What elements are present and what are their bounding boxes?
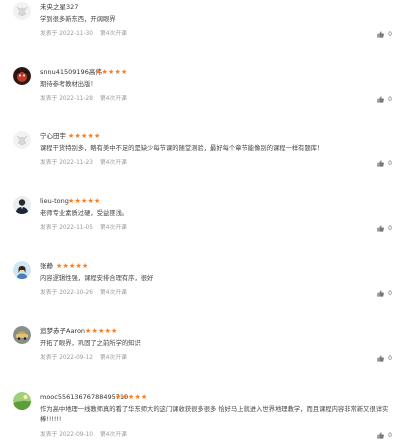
review-date: 发表于 2022-11-28: [40, 96, 93, 102]
thumbs-up-icon: [377, 96, 385, 103]
review-content: 老师专业素质过硬，受益匪浅。: [40, 210, 129, 217]
user-avatar[interactable]: [13, 131, 31, 149]
user-avatar[interactable]: [13, 326, 31, 344]
like-button[interactable]: 0: [377, 289, 392, 298]
dog-avatar-icon: [13, 67, 31, 85]
user-avatar[interactable]: [13, 261, 31, 279]
rating-stars: ★★★★★: [85, 327, 117, 336]
user-avatar[interactable]: [13, 2, 31, 20]
review-item: 追梦赤子Aaron ★★★★★ 开拓了眼界，巩固了之前所学的知识 发表于 202…: [0, 326, 400, 366]
course-run: 第4次开课: [99, 290, 127, 296]
like-button[interactable]: 0: [377, 431, 392, 440]
like-count: 0: [388, 355, 392, 362]
review-date: 发表于 2022-09-10: [40, 432, 93, 438]
wolf-avatar-icon: [13, 2, 31, 20]
like-button[interactable]: 0: [377, 224, 392, 233]
rating-stars: ★★★★★: [56, 262, 88, 271]
review-item: 未央之星327 学到很多新东西，开阔眼界 发表于 2022-11-30 第4次开课…: [0, 2, 400, 42]
review-item: lieu-tong ★★★★★ 老师专业素质过硬，受益匪浅。 发表于 2022-…: [0, 196, 400, 236]
star-icon: ★: [110, 327, 118, 335]
thumbs-up-icon: [377, 355, 385, 362]
thumbs-up-icon: [377, 290, 385, 297]
like-button[interactable]: 0: [377, 95, 392, 104]
girl-avatar-icon: [13, 261, 31, 279]
review-content: 内容逻辑性强，课程安排合理有序，很好: [40, 275, 154, 282]
user-name[interactable]: snnu41509196高伟: [40, 67, 102, 77]
course-run: 第4次开课: [99, 96, 127, 102]
review-meta: 发表于 2022-11-28 第4次开课: [40, 95, 127, 104]
review-content: 开拓了眼界，巩固了之前所学的知识: [40, 340, 141, 347]
review-date: 发表于 2022-10-26: [40, 290, 93, 296]
user-avatar[interactable]: [13, 67, 31, 85]
star-icon: ★: [93, 197, 101, 205]
rating-stars: ★★★★★: [95, 68, 127, 77]
review-content: 课程干货特别多，略有美中不足的是缺少每节课的随堂测验，最好每个章节能像别的课程一…: [40, 145, 324, 152]
car-avatar-icon: [13, 326, 31, 344]
star-icon: ★: [81, 262, 89, 270]
rating-stars: ★★★★★: [68, 197, 100, 206]
rating-stars: ★★★★★: [115, 393, 147, 402]
review-content: 学到很多新东西，开阔眼界: [40, 16, 116, 23]
rating-stars: ★★★★★: [68, 132, 100, 141]
user-avatar[interactable]: [13, 392, 31, 410]
like-count: 0: [388, 432, 392, 439]
like-button[interactable]: 0: [377, 30, 392, 39]
like-count: 0: [388, 96, 392, 103]
review-content: 作为高中地理一线教师真的看了华东师大的这门课收获很多很多 恰好马上就进入世界地理…: [40, 406, 389, 423]
course-run: 第4次开课: [99, 31, 127, 37]
course-run: 第4次开课: [99, 432, 127, 438]
user-name[interactable]: 宁心田宇: [40, 131, 66, 141]
review-item: snnu41509196高伟 ★★★★★ 期待参考教材出版！ 发表于 2022-…: [0, 67, 400, 107]
star-icon: ★: [93, 132, 101, 140]
course-run: 第4次开课: [99, 225, 127, 231]
thumbs-up-icon: [377, 432, 385, 439]
review-meta: 发表于 2022-09-12 第4次开课: [40, 354, 127, 363]
like-button[interactable]: 0: [377, 354, 392, 363]
course-run: 第4次开课: [99, 160, 127, 166]
user-name[interactable]: 未央之星327: [40, 2, 78, 12]
review-meta: 发表于 2022-11-23 第4次开课: [40, 159, 127, 168]
star-icon: ★: [120, 68, 128, 76]
user-name[interactable]: 追梦赤子Aaron: [40, 326, 85, 336]
course-run: 第4次开课: [99, 355, 127, 361]
like-button[interactable]: 0: [377, 159, 392, 168]
review-meta: 发表于 2022-11-30 第4次开课: [40, 30, 127, 39]
thumbs-up-icon: [377, 31, 385, 38]
review-date: 发表于 2022-09-12: [40, 355, 93, 361]
review-date: 发表于 2022-11-23: [40, 160, 93, 166]
review-meta: 发表于 2022-11-05 第4次开课: [40, 224, 127, 233]
review-meta: 发表于 2022-09-10 第4次开课: [40, 431, 127, 440]
review-content: 期待参考教材出版！: [40, 81, 97, 88]
review-date: 发表于 2022-11-05: [40, 225, 93, 231]
like-count: 0: [388, 290, 392, 297]
person-avatar-icon: [13, 196, 31, 214]
user-avatar[interactable]: [13, 196, 31, 214]
thumbs-up-icon: [377, 160, 385, 167]
landscape-avatar-icon: [13, 392, 31, 410]
star-icon: ★: [140, 393, 148, 401]
review-meta: 发表于 2022-10-26 第4次开课: [40, 289, 127, 298]
review-date: 发表于 2022-11-30: [40, 31, 93, 37]
like-count: 0: [388, 160, 392, 167]
review-list: 未央之星327 学到很多新东西，开阔眼界 发表于 2022-11-30 第4次开课…: [0, 0, 400, 441]
review-item: 张静 ★★★★★ 内容逻辑性强，课程安排合理有序，很好 发表于 2022-10-…: [0, 261, 400, 301]
review-item: mooc55613676788495710 ★★★★★ 作为高中地理一线教师真的…: [0, 392, 400, 441]
review-item: 宁心田宇 ★★★★★ 课程干货特别多，略有美中不足的是缺少每节课的随堂测验，最好…: [0, 131, 400, 171]
wolf-avatar-icon: [13, 131, 31, 149]
user-name[interactable]: lieu-tong: [40, 196, 69, 206]
like-count: 0: [388, 225, 392, 232]
thumbs-up-icon: [377, 225, 385, 232]
user-name[interactable]: 张静: [40, 261, 53, 271]
like-count: 0: [388, 31, 392, 38]
